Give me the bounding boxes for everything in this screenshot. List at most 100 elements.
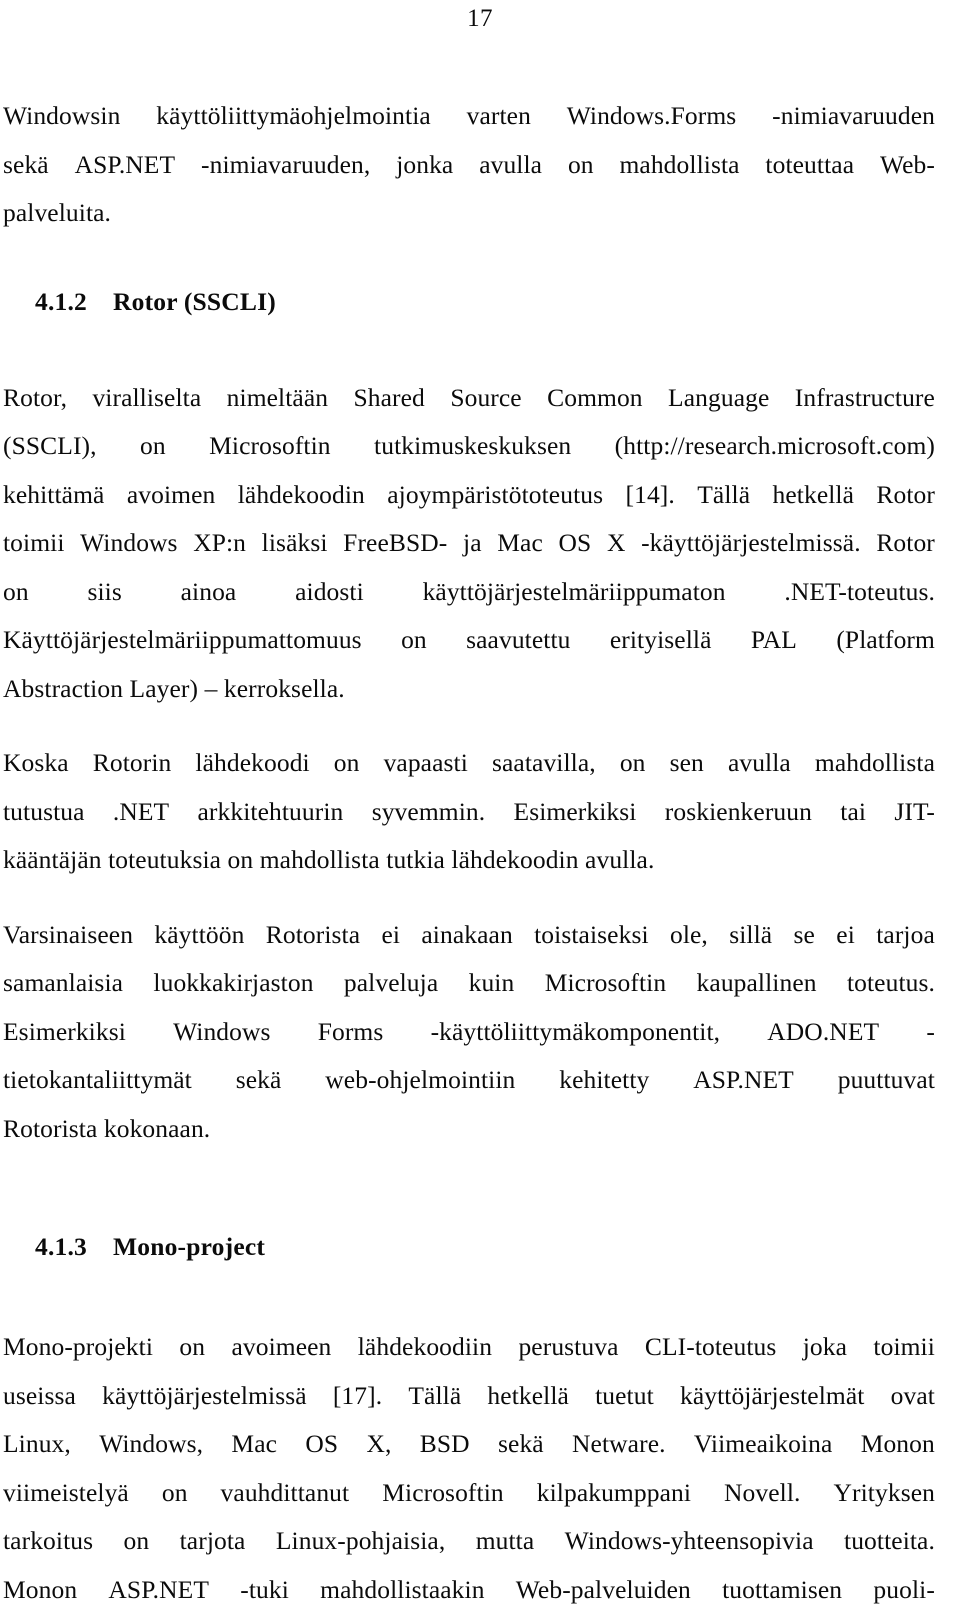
word: ASP.NET — [693, 1065, 794, 1094]
word: Rotor — [876, 528, 935, 557]
word: vauhdittanut — [220, 1477, 350, 1507]
text-line: on siis ainoa aidosti käyttöjärjestelmäriipp… — [3, 568, 935, 617]
word: tarkoitus — [3, 1526, 94, 1555]
text-line: tietokantaliittymät sekä web-ohjelmointiin… — [3, 1056, 935, 1105]
word: puoli- — [873, 1574, 935, 1604]
word: CLI-toteutus — [644, 1332, 777, 1361]
word: - — [926, 1016, 935, 1046]
word: tuetut — [595, 1380, 654, 1410]
word: se — [793, 919, 815, 949]
word: Web-palveluiden — [515, 1574, 691, 1604]
word: Netware. — [572, 1429, 666, 1458]
word: mutta — [475, 1526, 535, 1555]
word: -tuki — [240, 1574, 289, 1604]
paragraph-intro: Windowsin käyttöliittymäohjelmointia varte… — [3, 92, 935, 238]
heading-number: 4.1.3 — [35, 1232, 87, 1261]
word: Common — [547, 382, 643, 412]
word: mahdollista — [619, 149, 740, 179]
page-number: 17 — [467, 5, 493, 32]
heading-title: Rotor (SSCLI) — [113, 286, 276, 316]
word: on — [161, 1477, 188, 1507]
word: Rotorista — [265, 919, 361, 949]
word: tutkimuskeskuksen — [374, 431, 572, 460]
word: saatavilla, — [491, 748, 596, 777]
word: käyttöjärjestelmissä — [102, 1380, 307, 1410]
text-line: Mono-projekti on avoimeen lähdekoodiin perus… — [3, 1323, 935, 1372]
word: käyttöjärjestelmäriippumaton — [422, 576, 726, 606]
text-line: palveluita. — [3, 198, 112, 227]
word: kilpakumppani — [536, 1477, 692, 1507]
word: arkkitehtuurin — [197, 796, 344, 826]
word: Monon — [860, 1429, 935, 1458]
word: tarjota — [179, 1526, 246, 1555]
word: Web- — [879, 149, 935, 179]
word: Source — [450, 382, 522, 412]
word: tarjoa — [876, 919, 935, 949]
word: sekä — [498, 1429, 544, 1458]
word: sekä — [3, 149, 49, 179]
word: Windows, — [99, 1429, 204, 1458]
word: XP:n — [193, 528, 247, 557]
word: ASP.NET — [108, 1574, 210, 1604]
word: Infrastructure — [794, 382, 935, 412]
word: on — [140, 431, 166, 460]
word: (Platform — [836, 625, 935, 654]
word: jonka — [396, 149, 454, 179]
word: Microsoftin — [209, 431, 331, 460]
word: mahdollistaakin — [320, 1574, 485, 1604]
word: Microsoftin — [544, 968, 667, 997]
word: on — [3, 576, 29, 606]
word: Koska — [3, 748, 69, 777]
word: ole, — [669, 919, 708, 949]
word: JIT- — [894, 796, 935, 826]
word: .NET — [112, 796, 170, 826]
text-line: viimeistelyä on vauhdittanut Microsoftin kil… — [3, 1469, 935, 1518]
word: tietokantaliittymät — [3, 1065, 192, 1094]
word: OS — [305, 1429, 339, 1458]
word: toteutus. — [846, 968, 935, 997]
word: ovat — [890, 1380, 935, 1410]
word: avoimen — [126, 479, 216, 509]
word: -nimiavaruuden — [772, 101, 935, 130]
text-line: samanlaisia luokkakirjaston palveluja kuin M… — [3, 959, 935, 1008]
word: Esimerkiksi — [513, 796, 637, 826]
paragraph-rotor-2: Koska Rotorin lähdekoodi on vapaasti saatavil… — [3, 739, 935, 885]
text-line: kehittämä avoimen lähdekoodin ajoympäristöt… — [3, 471, 935, 520]
text-line: Linux, Windows, Mac OS X, BSD sekä Netware. Viim… — [3, 1420, 935, 1469]
word: sen — [669, 748, 704, 777]
text-line: Varsinaiseen käyttöön Rotorista ei ainakaan t… — [3, 911, 935, 960]
word: kehittämä — [3, 479, 105, 509]
word: hetkellä — [487, 1380, 569, 1410]
word: ainoa — [180, 576, 237, 606]
word: (SSCLI), — [3, 431, 97, 460]
word: ei — [381, 919, 401, 949]
text-line: Rotorista kokonaan. — [3, 1113, 211, 1143]
word: -käyttöliittymäkomponentit, — [430, 1016, 721, 1046]
word: Windows — [80, 528, 178, 557]
word: Forms — [317, 1016, 384, 1046]
text-line: Windowsin käyttöliittymäohjelmointia varte… — [3, 92, 935, 141]
word: lähdekoodiin — [357, 1332, 493, 1361]
heading-number: 4.1.2 — [35, 286, 87, 316]
text-line: Rotor, viralliselta nimeltään Shared Source C… — [3, 374, 935, 423]
word: roskienkeruun — [664, 796, 812, 826]
word: on — [567, 149, 594, 179]
word: on — [401, 625, 427, 654]
word: kuin — [468, 968, 515, 997]
word: ei — [836, 919, 855, 949]
word: on — [333, 748, 360, 777]
word: perustuva — [518, 1332, 619, 1361]
word: [14]. — [625, 479, 675, 509]
word: Käyttöjärjestelmäriippumattomuus — [3, 625, 362, 654]
text-line: kääntäjän toteutuksia on mahdollista tut… — [3, 845, 655, 874]
word: erityisellä — [609, 625, 712, 654]
word: -käyttöjärjestelmissä. — [641, 528, 861, 557]
word: avulla — [479, 149, 543, 179]
word: toistaiseksi — [534, 919, 649, 949]
word: X — [606, 528, 626, 557]
word: ASP.NET — [74, 149, 176, 179]
word: avulla — [727, 748, 791, 777]
word: vapaasti — [383, 748, 468, 777]
word: Yrityksen — [833, 1477, 935, 1507]
